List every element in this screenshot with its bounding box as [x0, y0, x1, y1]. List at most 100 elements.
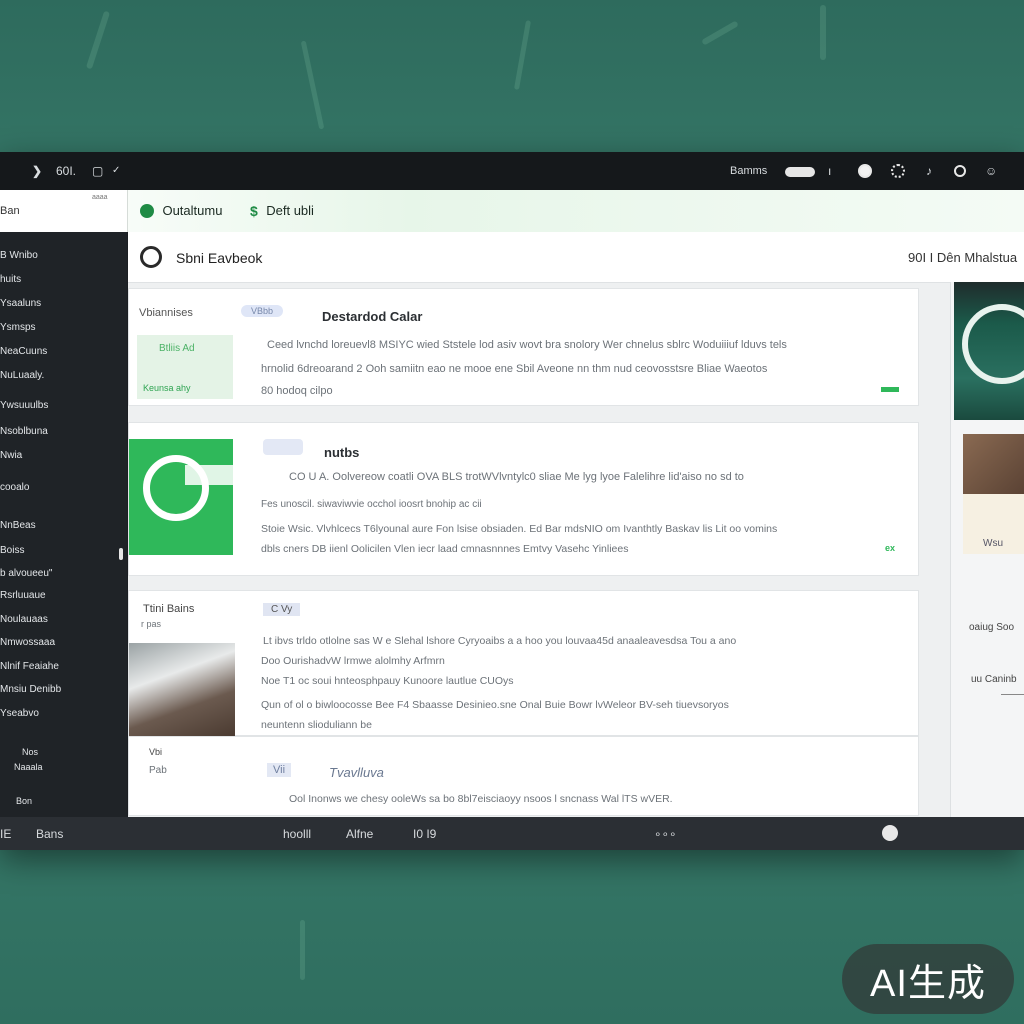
card-text: 80 hodoq cilpo: [261, 385, 333, 397]
sidebar-item[interactable]: cooalo: [0, 482, 29, 493]
sidebar-item[interactable]: B Wnibo: [0, 250, 38, 261]
share-icon[interactable]: ∘∘∘: [654, 827, 677, 841]
card-label: Ttini Bains: [143, 603, 195, 615]
card-chip[interactable]: C Vy: [263, 603, 301, 616]
right-panel-item[interactable]: uu Caninb: [971, 674, 1017, 685]
right-panel-item[interactable]: oaiug Soo: [969, 622, 1014, 633]
sidebar-item[interactable]: huits: [0, 274, 21, 285]
sidebar-item[interactable]: b alvoueeu": [0, 568, 52, 579]
thumbnail-sub: Keunsa ahy: [143, 383, 191, 393]
tab-left-sub: aaaa: [92, 194, 108, 201]
sidebar-item[interactable]: Yseabvo: [0, 708, 39, 719]
fabric-image[interactable]: [963, 434, 1024, 494]
user-icon[interactable]: ☺: [985, 164, 997, 178]
tab-label: Outaltumu: [162, 203, 223, 219]
feed-card[interactable]: Vbiannises Btliis Ad Keunsa ahy VBbb Des…: [128, 288, 919, 406]
sidebar-item[interactable]: Naaala: [14, 762, 43, 772]
background-streak: [300, 920, 305, 980]
card-title: Tvavlluva: [329, 765, 384, 780]
dollar-icon: $: [250, 202, 258, 219]
notification-icon[interactable]: [858, 164, 872, 178]
card-text: Fes unoscil. siwaviwvie occhol ioosrt bn…: [261, 499, 482, 510]
sidebar-item[interactable]: Nwia: [0, 450, 22, 461]
divider-mark: ı: [828, 164, 832, 178]
tab-left-panel: Ban aaaa: [0, 190, 128, 232]
feed-card[interactable]: nutbs CO U A. Oolvereow coatli OVA BLS t…: [128, 422, 919, 576]
app-window: ❯ 60I. ▢ ✓ Bamms ı ♪ ☺ Ban aaaa Outaltum…: [0, 152, 1024, 850]
feed-card[interactable]: Ttini Bains r pas C Vy Lt ibvs trldo otl…: [128, 590, 919, 737]
card-image: [129, 439, 233, 555]
whatsapp-icon: [140, 203, 154, 218]
bottom-tab[interactable]: I0 I9: [413, 827, 436, 841]
circle-icon[interactable]: [954, 165, 966, 177]
page-header: Sbni Eavbeok 90I I Dên Mhalstua: [128, 232, 1024, 283]
header-right-text: 90I I Dên Mhalstua: [908, 250, 1018, 265]
tab-label: Deft ubli: [266, 203, 314, 219]
toggle-switch[interactable]: [785, 167, 815, 177]
card-image-landscape: [129, 643, 235, 737]
product-tile-text: Wsu: [983, 538, 1003, 549]
scrollbar-handle[interactable]: [119, 548, 123, 560]
sidebar-item[interactable]: Ysmsps: [0, 322, 36, 333]
sidebar-item[interactable]: Mnsiu Denibb: [0, 684, 61, 695]
card-text: Lt ibvs trldo otlolne sas W e Slehal lsh…: [263, 635, 737, 647]
sidebar-item[interactable]: Ywsuuulbs: [0, 400, 48, 411]
sidebar-item[interactable]: NuLuaaly.: [0, 370, 44, 381]
background-streak: [85, 10, 111, 70]
card-chip[interactable]: Vii: [267, 763, 292, 777]
ai-generated-watermark: AI生成: [842, 944, 1014, 1014]
chevron-down-icon[interactable]: ✓: [112, 165, 120, 176]
bottom-tab[interactable]: Alfne: [346, 827, 373, 841]
right-panel: Wsu oaiug Soo uu Caninb: [950, 282, 1024, 817]
background-streak: [300, 40, 325, 130]
sidebar-item[interactable]: Nlnif Feaiahe: [0, 661, 59, 672]
card-tag: ex: [885, 543, 896, 553]
card-chip-blur: [263, 439, 303, 455]
bottom-left-label[interactable]: Bans: [36, 827, 63, 841]
card-text: Ceed lvnchd loreuevl8 MSIYC wied Ststele…: [267, 339, 787, 351]
sidebar-item[interactable]: NeaCuuns: [0, 346, 47, 357]
tab-outaltumu[interactable]: Outaltumu: [140, 202, 222, 220]
account-label: Bamms: [730, 165, 768, 177]
card-sublabel: Pab: [149, 765, 167, 776]
card-chip[interactable]: VBbb: [241, 305, 284, 317]
top-bar-label: 60I.: [56, 164, 77, 178]
whatsapp-logo-icon: [962, 304, 1024, 384]
card-label: Vbiannises: [139, 307, 193, 319]
sidebar-item[interactable]: NnBeas: [0, 520, 36, 531]
bottom-left-label[interactable]: IE: [0, 827, 11, 841]
sidebar-item[interactable]: Nos: [22, 747, 38, 757]
card-text: Ool Inonws we chesy ooleWs sa bo 8bl7eis…: [289, 793, 673, 805]
tab-deft-ubli[interactable]: $ Deft ubli: [250, 202, 314, 220]
card-text: Stoie Wsic. Vlvhlcecs T6lyounal aure Fon…: [261, 523, 778, 535]
logo-tail: [185, 465, 233, 485]
main-content: Sbni Eavbeok 90I I Dên Mhalstua Vbiannis…: [128, 232, 1024, 817]
card-text: hrnolid 6dreoarand 2 Ooh samiitn eao ne …: [261, 363, 768, 375]
settings-icon[interactable]: [891, 164, 905, 178]
background-streak: [820, 5, 826, 60]
sidebar-item[interactable]: Ysaaluns: [0, 298, 41, 309]
sidebar-item[interactable]: Nmwossaaa: [0, 637, 55, 648]
bell-icon[interactable]: ♪: [926, 164, 932, 178]
card-title: nutbs: [324, 445, 360, 460]
sidebar-item[interactable]: Bon: [16, 796, 32, 806]
emoji-icon[interactable]: [882, 825, 898, 841]
sidebar-item[interactable]: Noulauaas: [0, 614, 48, 625]
window-icon[interactable]: ▢: [92, 164, 103, 178]
feed-card[interactable]: Vbi Pab Vii Tvavlluva Ool Inonws we ches…: [128, 736, 919, 816]
page-title: Sbni Eavbeok: [176, 250, 263, 266]
tab-left-label: Ban: [0, 205, 20, 217]
tab-bar: Ban aaaa Outaltumu $ Deft ubli: [0, 190, 1024, 232]
card-text: neuntenn slioduliann be: [261, 719, 372, 731]
card-text: dbls cners DB iienl Oolicilen Vlen iecr …: [261, 543, 629, 555]
bottom-tab[interactable]: hoolll: [283, 827, 311, 841]
sidebar-item[interactable]: Boiss: [0, 545, 24, 556]
card-sublabel: r pas: [141, 619, 162, 629]
sidebar-item[interactable]: Rsrluuaue: [0, 590, 46, 601]
back-icon[interactable]: ❯: [32, 164, 42, 178]
card-label: Vbi: [149, 747, 163, 757]
whatsapp-promo-image[interactable]: [954, 282, 1024, 420]
product-tile[interactable]: Wsu: [963, 494, 1024, 554]
sidebar-item[interactable]: Nsoblbuna: [0, 426, 48, 437]
card-text: CO U A. Oolvereow coatli OVA BLS trotWVl…: [289, 471, 744, 483]
